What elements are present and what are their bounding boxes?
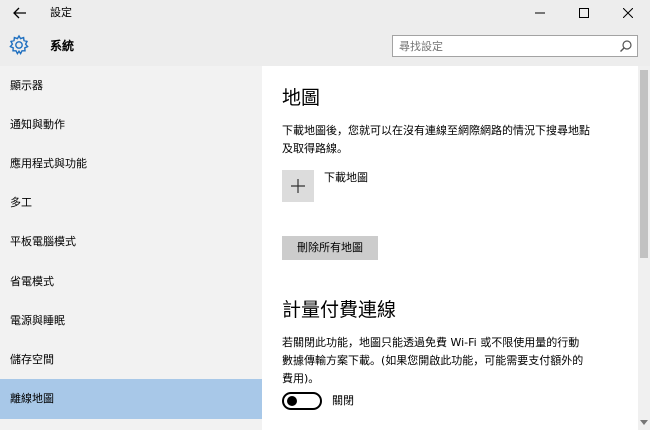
back-arrow-icon [13,7,26,19]
scrollbar[interactable] [638,66,650,430]
minimize-icon [535,12,545,14]
delete-all-maps-button[interactable]: 刪除所有地圖 [282,236,378,260]
section-title: 系統 [50,39,75,53]
search-box[interactable] [392,35,638,57]
sidebar-item-offline-maps[interactable]: 離線地圖 [0,379,262,419]
close-icon [623,8,633,18]
close-button[interactable] [606,0,650,26]
sidebar-item-apps-features[interactable]: 應用程式與功能 [0,144,262,184]
maximize-button[interactable] [562,0,606,26]
title-bar: 設定 [0,0,650,26]
maps-description-line2: 及取得路線。 [282,142,348,155]
window-title: 設定 [50,6,72,19]
download-maps-label[interactable]: 下載地圖 [324,170,368,186]
sidebar-item-multitasking[interactable]: 多工 [0,183,262,223]
chevron-down-icon [640,420,648,425]
metered-description-line1: 若關閉此功能，地圖只能透過免費 Wi-Fi 或不限使用量的行動 [282,336,580,349]
gear-icon [9,34,29,55]
sidebar-item-display[interactable]: 顯示器 [0,66,262,106]
metered-description-line2: 數據傳輸方案下載。(如果您開啟此功能，可能需要支付額外的 [282,354,584,367]
search-input[interactable] [393,36,613,56]
sidebar-item-storage[interactable]: 儲存空間 [0,340,262,380]
content-pane: 地圖 下載地圖後，您就可以在沒有連線至網際網路的情況下搜尋地點 及取得路線。 下… [262,66,638,430]
search-icon[interactable] [619,39,633,53]
minimize-button[interactable] [518,0,562,26]
sidebar-item-battery-saver[interactable]: 省電模式 [0,262,262,302]
download-maps-button[interactable] [282,170,314,202]
metered-toggle[interactable] [282,392,322,410]
maps-description-line1: 下載地圖後，您就可以在沒有連線至網際網路的情況下搜尋地點 [282,124,590,137]
metered-toggle-label: 關閉 [332,394,354,407]
back-button[interactable] [0,0,40,26]
settings-header: 系統 [0,26,650,66]
toggle-knob [287,396,297,406]
sidebar: 顯示器 通知與動作 應用程式與功能 多工 平板電腦模式 省電模式 電源與睡眠 儲… [0,66,262,430]
metered-heading: 計量付費連線 [282,299,397,321]
scroll-down-button[interactable] [638,416,650,430]
maps-heading: 地圖 [282,87,321,109]
sidebar-item-notifications[interactable]: 通知與動作 [0,105,262,145]
plus-icon [291,179,305,193]
sidebar-item-power-sleep[interactable]: 電源與睡眠 [0,301,262,341]
metered-description-line3: 費用)。 [282,372,320,385]
maximize-icon [579,8,589,18]
sidebar-item-tablet-mode[interactable]: 平板電腦模式 [0,222,262,262]
scroll-thumb[interactable] [640,70,648,258]
